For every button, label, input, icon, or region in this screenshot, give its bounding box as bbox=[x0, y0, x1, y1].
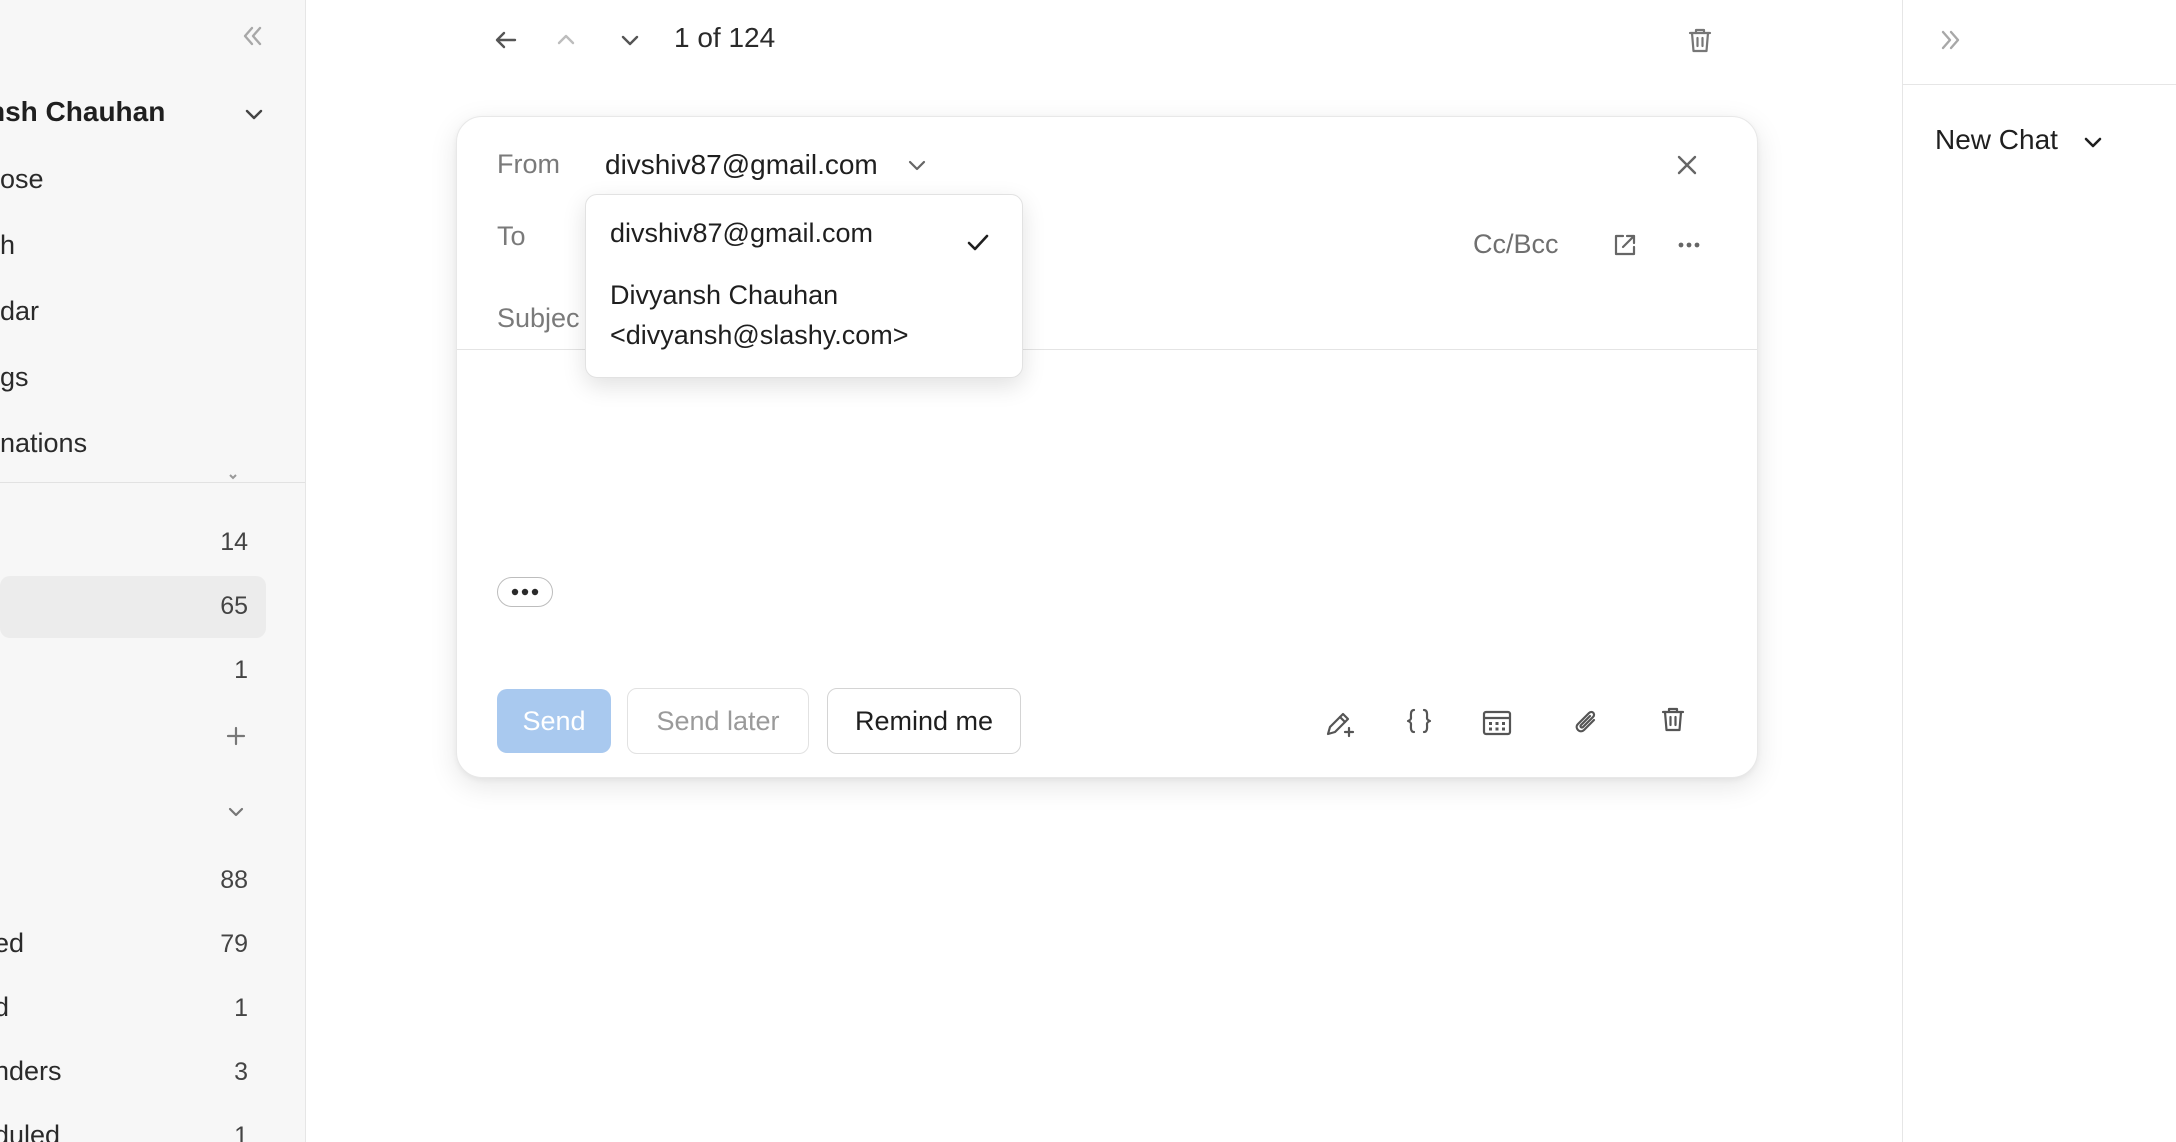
sidebar-divider bbox=[0, 482, 305, 483]
sidebar-folder-row[interactable]: 14 bbox=[0, 512, 266, 574]
chevron-down-icon[interactable] bbox=[903, 151, 931, 179]
chevron-up-icon bbox=[557, 34, 575, 45]
sidebar-label-row[interactable]: nders 3 bbox=[0, 1042, 266, 1104]
sidebar: nsh Chauhan ose h dar gs nations 14 65 1… bbox=[0, 0, 306, 1142]
email-position-count: 1 of 124 bbox=[674, 22, 776, 53]
previous-email-button[interactable] bbox=[544, 18, 588, 62]
external-link-icon bbox=[1614, 234, 1636, 256]
labels-section-toggle[interactable] bbox=[218, 794, 254, 830]
sidebar-label-row[interactable]: d 1 bbox=[0, 978, 266, 1040]
folder-count: 1 bbox=[234, 656, 248, 684]
chevron-down-icon bbox=[621, 35, 639, 46]
sidebar-nav-search[interactable]: h bbox=[0, 230, 300, 270]
from-option-slashy[interactable]: Divyansh Chauhan <divyansh@slashy.com> bbox=[586, 271, 1022, 367]
double-chevron-right-icon bbox=[1941, 30, 1960, 50]
from-label: From bbox=[497, 149, 560, 179]
from-account-dropdown: divshiv87@gmail.com Divyansh Chauhan <di… bbox=[585, 194, 1023, 378]
remind-me-button[interactable]: Remind me bbox=[827, 688, 1021, 754]
calendar-icon bbox=[1482, 710, 1512, 736]
insert-calendar-button[interactable] bbox=[1477, 703, 1517, 743]
close-icon bbox=[1677, 155, 1697, 175]
send-later-button[interactable]: Send later bbox=[627, 688, 809, 754]
from-option-gmail[interactable]: divshiv87@gmail.com bbox=[586, 207, 1022, 259]
label-count: 1 bbox=[234, 994, 248, 1022]
folder-count: 65 bbox=[220, 592, 248, 620]
new-chat-selector[interactable]: New Chat bbox=[1935, 124, 2058, 156]
send-button[interactable]: Send bbox=[497, 689, 611, 753]
sidebar-label-row[interactable]: duled 1 bbox=[0, 1106, 266, 1142]
close-composer-button[interactable] bbox=[1667, 145, 1707, 185]
attach-file-button[interactable] bbox=[1565, 701, 1605, 741]
ellipsis-icon bbox=[511, 588, 539, 596]
more-options-button[interactable] bbox=[1669, 225, 1709, 265]
sidebar-nav-automations[interactable]: nations bbox=[0, 428, 300, 468]
sidebar-nav-calendar[interactable]: dar bbox=[0, 296, 300, 336]
curly-braces-icon bbox=[1406, 708, 1432, 734]
sidebar-folder-row[interactable]: 1 bbox=[0, 640, 266, 702]
more-horizontal-icon bbox=[1678, 242, 1700, 248]
checkmark-icon bbox=[967, 234, 989, 251]
pen-sparkle-icon bbox=[1326, 712, 1355, 738]
add-folder-button[interactable] bbox=[218, 718, 254, 754]
chat-panel: New Chat bbox=[1902, 0, 2176, 1142]
label-count: 1 bbox=[234, 1122, 248, 1142]
show-trimmed-content-button[interactable] bbox=[497, 577, 553, 607]
insert-variable-button[interactable] bbox=[1399, 701, 1439, 741]
paperclip-icon bbox=[1575, 710, 1596, 733]
chat-panel-divider bbox=[1903, 84, 2176, 85]
trash-icon bbox=[1661, 707, 1685, 732]
to-label: To bbox=[497, 221, 526, 251]
sidebar-nav-compose[interactable]: ose bbox=[0, 164, 300, 204]
sidebar-nav-settings[interactable]: gs bbox=[0, 362, 300, 402]
label-count: 3 bbox=[234, 1058, 248, 1086]
arrow-left-icon bbox=[495, 31, 517, 49]
discard-draft-button[interactable] bbox=[1653, 699, 1693, 739]
trash-icon bbox=[1688, 28, 1712, 53]
subject-label: Subjec bbox=[497, 303, 580, 333]
chevron-down-icon bbox=[228, 807, 244, 817]
label-count: 88 bbox=[220, 866, 248, 894]
back-button[interactable] bbox=[484, 18, 528, 62]
from-selector[interactable]: divshiv87@gmail.com bbox=[605, 149, 878, 181]
cc-bcc-button[interactable]: Cc/Bcc bbox=[1473, 229, 1559, 260]
sidebar-folder-row-active[interactable]: 65 bbox=[0, 576, 266, 638]
account-name: nsh Chauhan bbox=[0, 96, 166, 127]
plus-icon bbox=[226, 726, 246, 746]
folder-count: 14 bbox=[220, 528, 248, 556]
ai-write-button[interactable] bbox=[1319, 703, 1359, 743]
collapse-sidebar-button[interactable] bbox=[232, 16, 272, 56]
sidebar-label-row[interactable]: 88 bbox=[0, 850, 266, 912]
next-email-button[interactable] bbox=[608, 18, 652, 62]
delete-email-button[interactable] bbox=[1678, 18, 1722, 62]
expand-chat-panel-button[interactable] bbox=[1931, 20, 1971, 60]
double-chevron-left-icon bbox=[243, 26, 262, 46]
label-count: 79 bbox=[220, 930, 248, 958]
account-switcher[interactable]: nsh Chauhan bbox=[0, 92, 305, 132]
scroll-indicator-icon bbox=[229, 474, 237, 480]
sidebar-label-row[interactable]: ed 79 bbox=[0, 914, 266, 976]
pop-out-button[interactable] bbox=[1605, 225, 1645, 265]
chevron-down-icon bbox=[245, 109, 263, 120]
chevron-down-icon[interactable] bbox=[2079, 128, 2107, 156]
